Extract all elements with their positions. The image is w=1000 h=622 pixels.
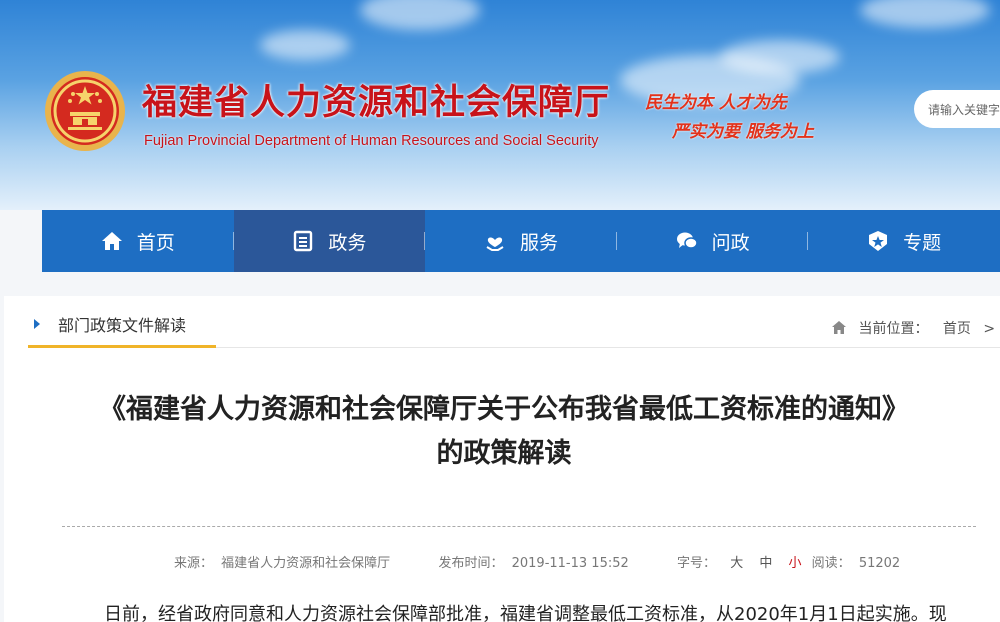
nav-item-home[interactable]: 首页 bbox=[42, 210, 234, 272]
cloud bbox=[720, 40, 840, 74]
search-input[interactable]: 请输入关键字 bbox=[914, 90, 1000, 128]
national-emblem-logo bbox=[45, 71, 125, 151]
nav-item-service[interactable]: 服务 bbox=[425, 210, 617, 272]
font-size-large-button[interactable]: 大 bbox=[730, 556, 743, 571]
breadcrumb-home-link[interactable]: 首页 bbox=[943, 321, 971, 337]
nav-item-label: 问政 bbox=[711, 231, 750, 254]
section-header: 部门政策文件解读 当前位置： 首页 > bbox=[4, 296, 1000, 348]
article-title-line-2: 的政策解读 bbox=[436, 438, 572, 469]
slogan-line-2: 严实为要 服务为上 bbox=[672, 122, 814, 142]
nav-item-label: 首页 bbox=[136, 231, 175, 254]
published-label: 发布时间： bbox=[438, 556, 504, 571]
article-title-line-1: 《福建省人力资源和社会保障厅关于公布我省最低工资标准的通知》 bbox=[99, 394, 909, 425]
nav-item-topics[interactable]: 专题 bbox=[808, 210, 1000, 272]
heart-hand-icon bbox=[486, 237, 504, 251]
location-label: 当前位置： bbox=[858, 321, 929, 337]
divider bbox=[62, 526, 976, 527]
cloud bbox=[260, 30, 350, 60]
nav-item-inquiry[interactable]: 问政 bbox=[617, 210, 809, 272]
section-title[interactable]: 部门政策文件解读 bbox=[28, 312, 216, 348]
views-label: 阅读： bbox=[811, 556, 851, 571]
font-size-label: 字号： bbox=[677, 556, 717, 571]
site-title-en: Fujian Provincial Department of Human Re… bbox=[144, 133, 599, 149]
article-title: 《福建省人力资源和社会保障厅关于公布我省最低工资标准的通知》 的政策解读 bbox=[4, 388, 1000, 476]
section-title-label: 部门政策文件解读 bbox=[58, 316, 187, 335]
main-nav: 首页 政务 服务 问政 专题 bbox=[42, 210, 1000, 272]
nav-item-label: 服务 bbox=[519, 231, 558, 254]
search-placeholder: 请输入关键字 bbox=[928, 103, 1000, 117]
header-banner: 福建省人力资源和社会保障厅 Fujian Provincial Departme… bbox=[0, 0, 1000, 210]
source-label: 来源： bbox=[174, 556, 214, 571]
home-icon bbox=[832, 321, 846, 334]
article-meta: 来源： 福建省人力资源和社会保障厅 发布时间： 2019-11-13 15:52… bbox=[174, 552, 904, 571]
nav-item-label: 专题 bbox=[903, 231, 942, 254]
breadcrumb-separator: > bbox=[983, 321, 996, 337]
content-panel: 部门政策文件解读 当前位置： 首页 > 《福建省人力资源和社会保障厅关于公布我省… bbox=[4, 296, 1000, 622]
document-icon bbox=[294, 230, 313, 252]
source-value: 福建省人力资源和社会保障厅 bbox=[221, 556, 391, 571]
font-size-medium-button[interactable]: 中 bbox=[759, 556, 772, 571]
nav-item-government[interactable]: 政务 bbox=[233, 210, 426, 272]
site-title[interactable]: 福建省人力资源和社会保障厅 bbox=[142, 74, 610, 125]
star-badge-icon bbox=[869, 231, 888, 251]
font-size-small-button[interactable]: 小 bbox=[789, 556, 802, 571]
breadcrumb: 当前位置： 首页 > bbox=[832, 318, 995, 338]
chat-icon bbox=[676, 232, 698, 249]
published-value: 2019-11-13 15:52 bbox=[511, 556, 629, 571]
nav-item-label: 政务 bbox=[328, 231, 367, 254]
cloud bbox=[860, 0, 990, 28]
divider bbox=[216, 347, 1000, 348]
slogan-line-1: 民生为本 人才为先 bbox=[645, 93, 787, 113]
views-count: 51202 bbox=[858, 556, 901, 571]
home-icon bbox=[101, 232, 122, 250]
caret-right-icon bbox=[34, 319, 40, 329]
article-body-paragraph: 日前，经省政府同意和人力资源社会保障部批准，福建省调整最低工资标准，从2020年… bbox=[104, 604, 947, 622]
cloud bbox=[360, 0, 480, 30]
